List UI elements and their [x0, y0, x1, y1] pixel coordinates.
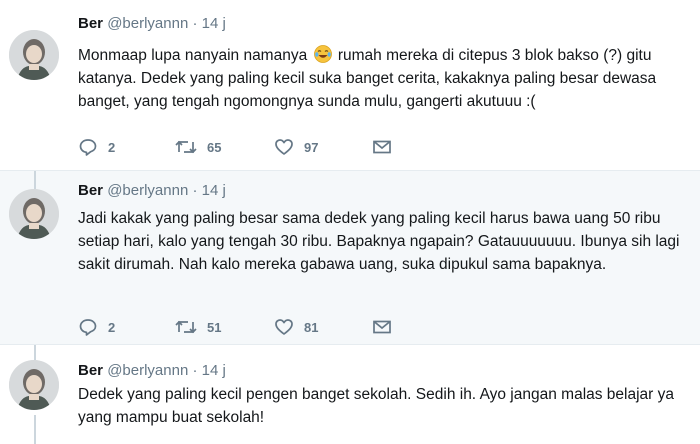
like-count: 97: [304, 139, 319, 155]
tweet-text-part: Monmaap lupa nanyain namanya: [78, 47, 308, 64]
retweet-icon: [175, 317, 197, 337]
user-handle[interactable]: @berlyannn: [107, 182, 188, 199]
tweet-3[interactable]: Ber @berlyannn · 14 j Dedek yang paling …: [0, 345, 700, 444]
tweet-timestamp[interactable]: 14 j: [202, 182, 226, 199]
thread-line: [34, 171, 36, 189]
separator-dot: ·: [192, 182, 198, 199]
user-name[interactable]: Ber: [78, 362, 103, 379]
direct-message-button[interactable]: [372, 136, 392, 158]
reply-icon: [78, 317, 98, 337]
tweet-text: Monmaap lupa nanyain namanya rumah merek…: [78, 44, 688, 113]
retweet-count: 65: [207, 139, 222, 155]
tweet-2[interactable]: Ber @berlyannn · 14 j Jadi kakak yang pa…: [0, 171, 700, 344]
user-name[interactable]: Ber: [78, 182, 103, 199]
retweet-button[interactable]: 51: [175, 316, 221, 338]
like-button[interactable]: 97: [274, 136, 318, 158]
tweet-timestamp[interactable]: 14 j: [202, 362, 226, 379]
face-with-tears-of-joy-icon: [313, 45, 332, 63]
direct-message-button[interactable]: [372, 316, 392, 338]
avatar[interactable]: [9, 30, 59, 80]
reply-button[interactable]: 2: [78, 136, 115, 158]
retweet-button[interactable]: 65: [175, 136, 221, 158]
reply-button[interactable]: 2: [78, 316, 115, 338]
heart-icon: [274, 137, 294, 157]
tweet-timestamp[interactable]: 14 j: [202, 15, 226, 32]
thread-line: [34, 345, 36, 360]
like-count: 81: [304, 319, 319, 335]
tweet-text: Dedek yang paling kecil pengen banget se…: [78, 386, 675, 426]
separator-dot: ·: [192, 362, 198, 379]
avatar[interactable]: [9, 360, 59, 410]
user-handle[interactable]: @berlyannn: [107, 15, 188, 32]
reply-count: 2: [108, 319, 116, 335]
envelope-icon: [372, 317, 392, 337]
avatar[interactable]: [9, 189, 59, 239]
reply-icon: [78, 137, 98, 157]
envelope-icon: [372, 137, 392, 157]
retweet-icon: [175, 137, 197, 157]
user-handle[interactable]: @berlyannn: [107, 362, 188, 379]
thread-line: [34, 415, 36, 444]
separator-dot: ·: [192, 15, 198, 32]
retweet-count: 51: [207, 319, 222, 335]
user-name[interactable]: Ber: [78, 15, 103, 32]
like-button[interactable]: 81: [274, 316, 318, 338]
heart-icon: [274, 317, 294, 337]
reply-count: 2: [108, 139, 116, 155]
tweet-text: Jadi kakak yang paling besar sama dedek …: [78, 210, 680, 273]
tweet-1[interactable]: Ber @berlyannn · 14 j Monmaap lupa nanya…: [0, 0, 700, 170]
